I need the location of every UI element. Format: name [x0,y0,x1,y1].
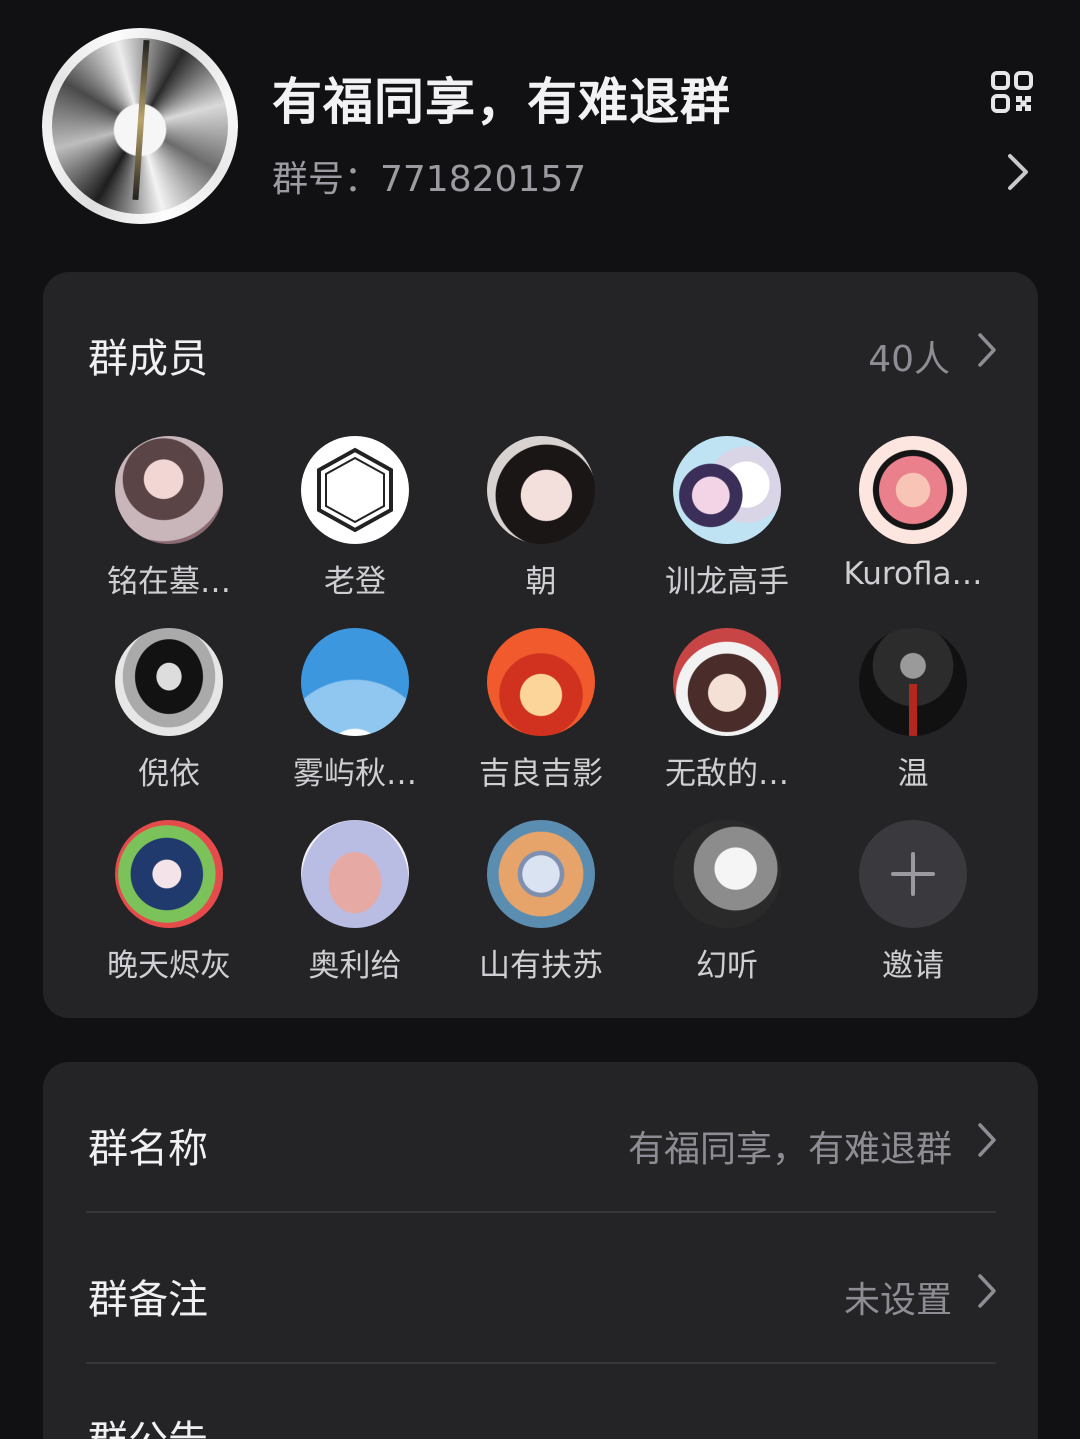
member-item[interactable]: 倪依 [89,628,249,793]
member-item[interactable]: 幻听 [647,820,807,985]
member-item[interactable]: 老登 [275,436,435,601]
member-item[interactable]: 朝 [461,436,621,601]
hexagon-icon [317,447,393,533]
avatar [301,820,409,928]
chevron-right-icon [978,1274,996,1308]
member-name: 训龙高手 [665,564,789,600]
group-name-label: 群名称 [88,1126,208,1172]
member-name: 奥利给 [308,948,402,984]
qr-code-icon[interactable] [990,70,1034,114]
chevron-right-icon [978,1123,996,1157]
member-name: Kurofla… [843,556,983,592]
avatar [115,628,223,736]
avatar [301,628,409,736]
avatar [487,436,595,544]
avatar [115,820,223,928]
invite-label: 邀请 [882,948,944,984]
member-name: 老登 [324,564,386,600]
avatar [487,628,595,736]
member-item[interactable]: 无敌的… [647,628,807,793]
member-name: 温 [897,756,929,792]
member-item[interactable]: 温 [833,628,993,793]
plus-icon [891,852,935,896]
invite-button[interactable]: 邀请 [833,820,993,985]
group-info-screen: 有福同享，有难退群 群号：771820157 群成员 40人 铭在墓… 老登 朝… [0,0,1080,1439]
group-notice-label: 群公告 [88,1408,208,1439]
member-item[interactable]: 铭在墓… [89,436,249,601]
member-name: 晚天烬灰 [107,948,231,984]
avatar [301,436,409,544]
member-item[interactable]: 雾屿秋… [275,628,435,793]
member-item[interactable]: 晚天烬灰 [89,820,249,985]
member-item[interactable]: 训龙高手 [647,436,807,601]
member-count[interactable]: 40人 [868,330,950,382]
group-id: 群号：771820157 [272,159,587,200]
member-name: 幻听 [696,948,758,984]
member-name: 吉良吉影 [479,756,603,792]
group-avatar[interactable] [42,28,238,224]
member-name: 无敌的… [665,756,789,792]
avatar [487,820,595,928]
avatar [859,436,967,544]
divider [86,1211,996,1213]
member-item[interactable]: 奥利给 [275,820,435,985]
group-name-value: 有福同享，有难退群 [627,1129,952,1170]
chevron-right-icon[interactable] [1004,152,1032,192]
avatar [673,436,781,544]
member-name: 山有扶苏 [479,948,603,984]
member-name: 雾屿秋… [293,756,417,792]
member-name: 朝 [525,564,557,600]
divider [86,1362,996,1364]
member-item[interactable]: 山有扶苏 [461,820,621,985]
avatar [859,628,967,736]
avatar [673,628,781,736]
member-name: 铭在墓… [107,564,231,600]
member-name: 倪依 [138,756,200,792]
group-remark-label: 群备注 [88,1277,208,1323]
members-title: 群成员 [88,336,208,382]
member-item[interactable]: Kurofla… [833,436,993,592]
avatar [115,436,223,544]
invite-avatar [859,820,967,928]
chevron-right-icon[interactable] [976,332,998,368]
avatar [673,820,781,928]
group-title: 有福同享，有难退群 [272,73,731,131]
group-remark-value: 未设置 [843,1280,952,1321]
member-item[interactable]: 吉良吉影 [461,628,621,793]
